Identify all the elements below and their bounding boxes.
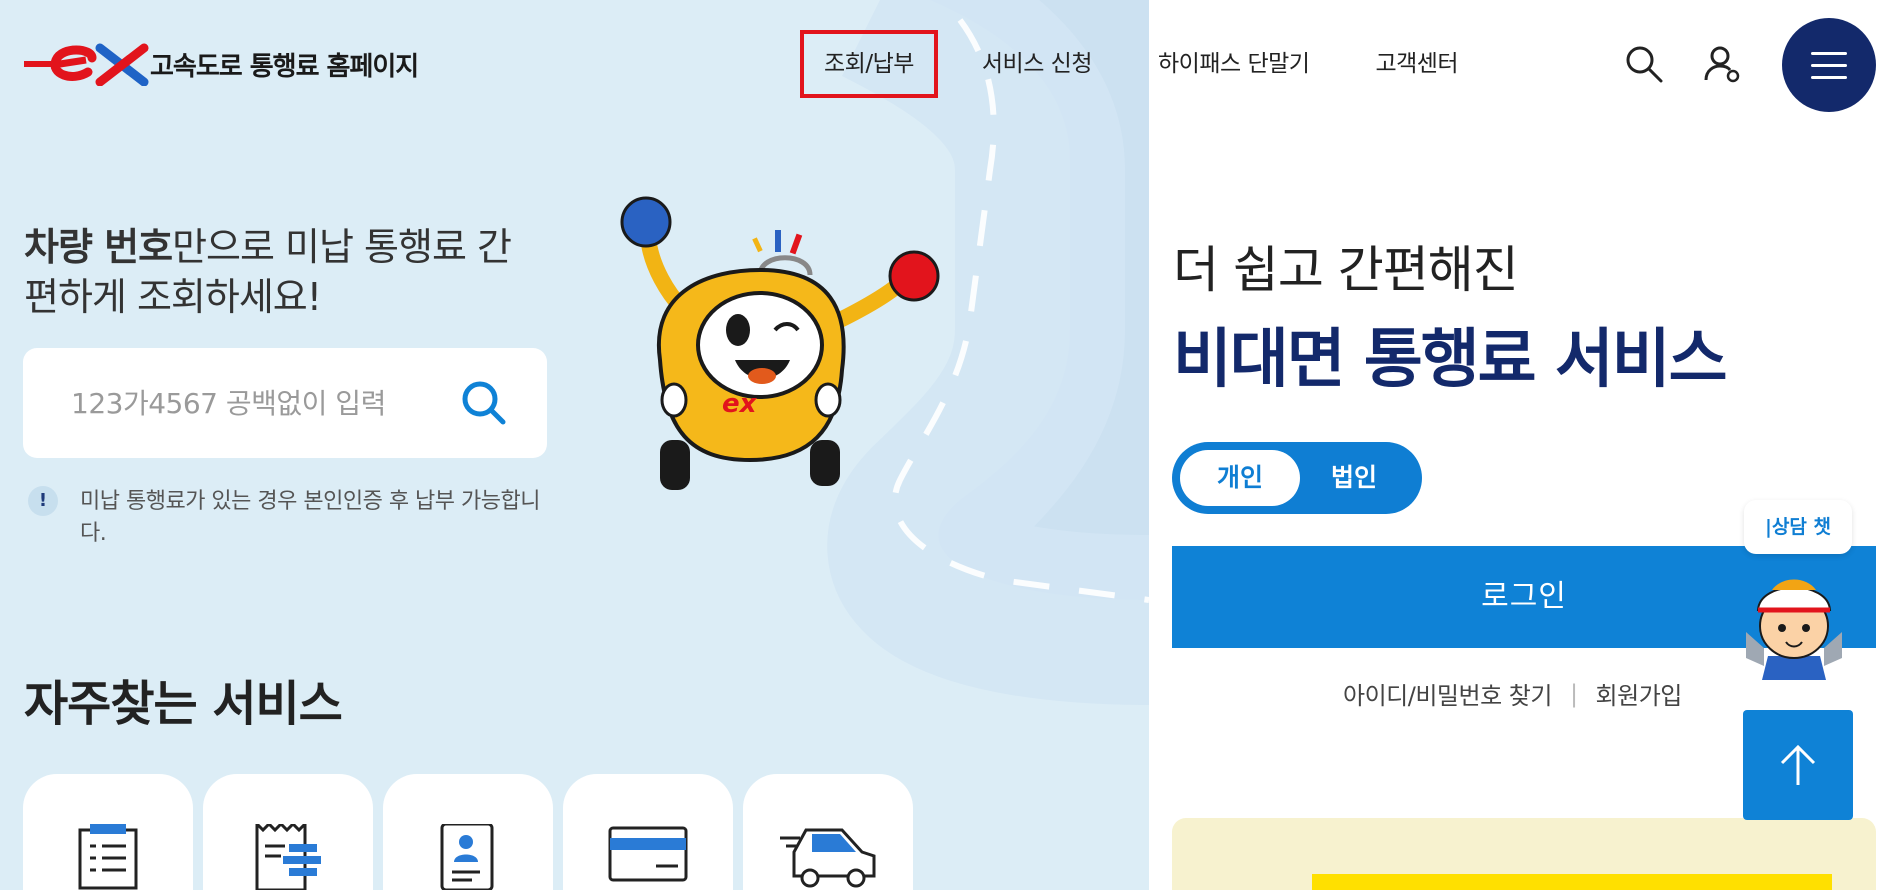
- nav-item-hipass-terminal[interactable]: 하이패스 단말기: [1136, 30, 1331, 98]
- login-subtitle: 더 쉽고 간편해진: [1173, 241, 1519, 299]
- member-type-toggle: 개인 법인: [1172, 442, 1422, 514]
- car-mascot-illustration: ex: [620, 196, 940, 490]
- promo-banner-highlight: [1312, 874, 1832, 890]
- headline-bold: 차량 번호: [24, 225, 173, 269]
- menu-button[interactable]: [1782, 18, 1876, 112]
- id-card-icon: [440, 824, 494, 890]
- scroll-top-button[interactable]: [1743, 710, 1853, 820]
- clipboard-list-icon: [78, 824, 138, 890]
- account-links: 아이디/비밀번호 찾기 | 회원가입: [1343, 676, 1682, 711]
- promo-banner[interactable]: [1172, 818, 1876, 890]
- hero-headline: 차량 번호만으로 미납 통행료 간편하게 조회하세요!: [24, 222, 544, 322]
- chatbot-mascot-icon[interactable]: [1742, 570, 1846, 680]
- svg-text:ex: ex: [722, 389, 758, 419]
- toggle-corporate[interactable]: 법인: [1294, 450, 1414, 506]
- login-title: 비대면 통행료 서비스: [1173, 323, 1727, 397]
- find-account-link[interactable]: 아이디/비밀번호 찾기: [1343, 676, 1552, 711]
- nav-item-customer-center[interactable]: 고객센터: [1353, 30, 1480, 98]
- vehicle-icon: [780, 828, 876, 888]
- frequent-services-title: 자주찾는 서비스: [24, 676, 343, 732]
- up-arrow-icon: [1780, 744, 1816, 785]
- receipt-icon: [255, 824, 321, 890]
- payment-notice: ! 미납 통행료가 있는 경우 본인인증 후 납부 가능합니다.: [28, 486, 548, 550]
- service-card-vehicle[interactable]: [743, 774, 913, 890]
- notice-text: 미납 통행료가 있는 경우 본인인증 후 납부 가능합니다.: [80, 489, 541, 546]
- exclamation-icon: !: [28, 486, 58, 516]
- nav-item-inquiry-payment[interactable]: 조회/납부: [800, 30, 938, 98]
- service-card-clipboard[interactable]: [23, 774, 193, 890]
- nav-item-service-apply[interactable]: 서비스 신청: [960, 30, 1114, 98]
- main-nav: 조회/납부 서비스 신청 하이패스 단말기 고객센터: [800, 30, 1480, 98]
- site-title: 고속도로 통행료 홈페이지: [150, 51, 419, 82]
- chat-consult-bubble[interactable]: |상담 챗: [1744, 500, 1852, 554]
- site-logo[interactable]: 고속도로 통행료 홈페이지: [22, 42, 419, 86]
- service-card-list: [23, 774, 913, 890]
- signup-link[interactable]: 회원가입: [1596, 676, 1683, 711]
- link-separator: |: [1569, 679, 1578, 708]
- toggle-individual[interactable]: 개인: [1180, 450, 1300, 506]
- ex-logo-icon: [24, 43, 149, 86]
- credit-card-icon: [608, 826, 688, 882]
- service-card-credit-card[interactable]: [563, 774, 733, 890]
- search-icon[interactable]: [1624, 44, 1664, 84]
- service-card-id[interactable]: [383, 774, 553, 890]
- search-icon[interactable]: [459, 378, 509, 428]
- plate-search-box: [23, 348, 547, 458]
- service-card-receipt[interactable]: [203, 774, 373, 890]
- user-icon[interactable]: [1702, 44, 1742, 84]
- plate-number-input[interactable]: [71, 386, 431, 420]
